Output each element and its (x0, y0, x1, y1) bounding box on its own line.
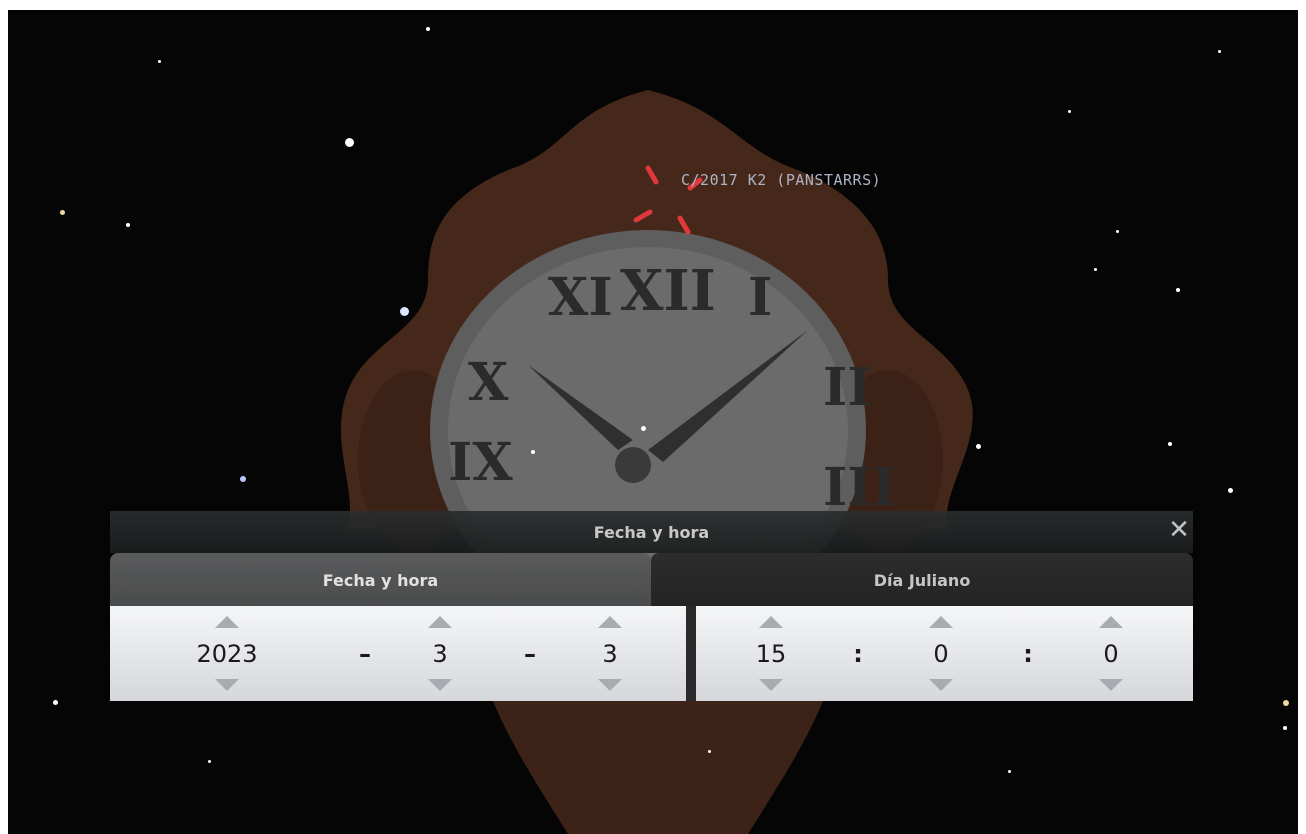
triangle-up-icon[interactable] (759, 616, 783, 628)
svg-text:X: X (468, 352, 509, 413)
svg-text:II: II (823, 357, 872, 418)
triangle-up-icon[interactable] (1099, 616, 1123, 628)
minute-value[interactable]: 0 (896, 634, 986, 674)
second-spinner[interactable]: 0 (1066, 606, 1156, 701)
tab-date-time[interactable]: Fecha y hora (110, 553, 651, 606)
dialog-title: Fecha y hora (593, 523, 710, 542)
triangle-down-icon[interactable] (759, 679, 783, 691)
tab-julian-day[interactable]: Día Juliano (651, 553, 1193, 606)
year-spinner[interactable]: 2023 (182, 606, 272, 701)
second-value[interactable]: 0 (1066, 634, 1156, 674)
svg-text:I: I (748, 267, 772, 328)
triangle-up-icon[interactable] (929, 616, 953, 628)
day-spinner[interactable]: 3 (565, 606, 655, 701)
triangle-down-icon[interactable] (598, 679, 622, 691)
time-panel: 15 : 0 : 0 (696, 606, 1193, 701)
svg-text:XI: XI (548, 267, 613, 328)
sky-view[interactable]: XI XII I X II IX III C/2017 K2 (PANSTARR… (8, 10, 1298, 834)
tab-bar: Fecha y hora Día Juliano (110, 553, 1193, 606)
date-panel: 2023 – 3 – 3 (110, 606, 686, 701)
landscape-clock-illustration: XI XII I X II IX III (340, 90, 973, 834)
month-spinner[interactable]: 3 (395, 606, 485, 701)
month-value[interactable]: 3 (395, 634, 485, 674)
time-separator: : (1023, 640, 1033, 668)
hour-value[interactable]: 15 (726, 634, 816, 674)
date-time-dialog: Fecha y hora ✕ Fecha y hora Día Juliano … (110, 511, 1193, 701)
hour-spinner[interactable]: 15 (726, 606, 816, 701)
date-separator: – (359, 640, 371, 668)
day-value[interactable]: 3 (565, 634, 655, 674)
triangle-up-icon[interactable] (215, 616, 239, 628)
year-value[interactable]: 2023 (182, 634, 272, 674)
panel-divider (686, 606, 696, 701)
triangle-down-icon[interactable] (215, 679, 239, 691)
minute-spinner[interactable]: 0 (896, 606, 986, 701)
date-separator: – (524, 640, 536, 668)
triangle-up-icon[interactable] (598, 616, 622, 628)
svg-text:XII: XII (620, 258, 716, 324)
time-separator: : (853, 640, 863, 668)
object-label[interactable]: C/2017 K2 (PANSTARRS) (681, 171, 881, 189)
close-icon[interactable]: ✕ (1165, 515, 1193, 545)
svg-text:IX: IX (448, 432, 513, 493)
svg-text:III: III (823, 457, 896, 518)
triangle-down-icon[interactable] (929, 679, 953, 691)
triangle-up-icon[interactable] (428, 616, 452, 628)
triangle-down-icon[interactable] (1099, 679, 1123, 691)
triangle-down-icon[interactable] (428, 679, 452, 691)
